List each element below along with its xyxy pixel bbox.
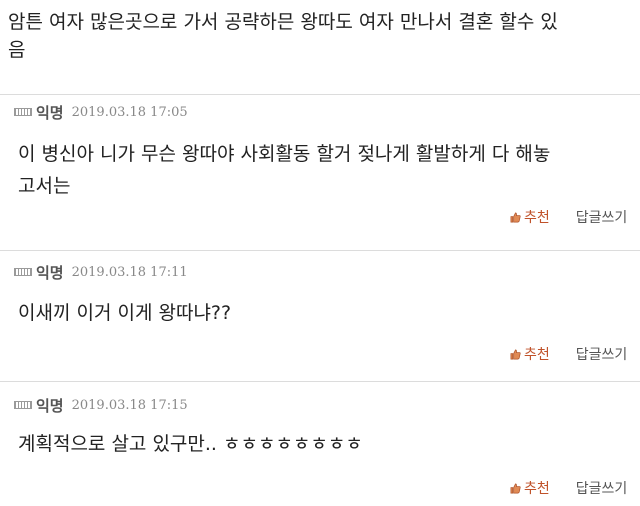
reply-button[interactable]: 답글쓰기 — [576, 478, 628, 498]
like-label: 추천 — [524, 481, 550, 497]
comment-author[interactable]: 익명 — [36, 262, 64, 283]
comment-text: 이새끼 이거 이게 왕따냐?? — [18, 302, 232, 324]
comment-header: 익명 2019.03.18 17:15 — [14, 394, 188, 416]
user-icon — [14, 401, 32, 409]
thumbs-up-icon — [510, 212, 521, 222]
comment-header: 익명 2019.03.18 17:11 — [14, 261, 188, 283]
reply-button[interactable]: 답글쓰기 — [576, 344, 628, 364]
comment-date: 2019.03.18 17:15 — [71, 397, 188, 413]
comment-actions: 추천 답글쓰기 — [510, 207, 627, 227]
like-label: 추천 — [524, 347, 550, 363]
like-label: 추천 — [524, 210, 550, 226]
comment-date: 2019.03.18 17:05 — [71, 104, 188, 120]
like-button[interactable]: 추천 — [510, 478, 550, 498]
reply-button[interactable]: 답글쓰기 — [576, 207, 628, 227]
comment: 익명 2019.03.18 17:15 계획적으로 살고 있구만.. ㅎㅎㅎㅎㅎ… — [0, 381, 640, 506]
like-button[interactable]: 추천 — [510, 344, 550, 364]
user-icon — [14, 268, 32, 276]
comment-author[interactable]: 익명 — [36, 102, 64, 123]
comment: 익명 2019.03.18 17:05 이 병신아 니가 무슨 왕따야 사회활동… — [0, 94, 640, 226]
post-body: 암튼 여자 많은곳으로 가서 공략하믄 왕따도 여자 만나서 결혼 할수 있 음 — [8, 11, 558, 61]
thumbs-up-icon — [510, 349, 521, 359]
thumbs-up-icon — [510, 483, 521, 493]
comment-page: 암튼 여자 많은곳으로 가서 공략하믄 왕따도 여자 만나서 결혼 할수 있 음… — [0, 0, 640, 506]
comment-text: 이 병신아 니가 무슨 왕따야 사회활동 할거 젖나게 활발하게 다 해놓 고서… — [18, 143, 551, 197]
comment-header: 익명 2019.03.18 17:05 — [14, 101, 188, 123]
comment: 익명 2019.03.18 17:11 이새끼 이거 이게 왕따냐?? 추천 답… — [0, 250, 640, 379]
comment-author[interactable]: 익명 — [36, 395, 64, 416]
comment-date: 2019.03.18 17:11 — [71, 264, 188, 280]
comment-text: 계획적으로 살고 있구만.. ㅎㅎㅎㅎㅎㅎㅎㅎ — [18, 433, 363, 455]
comment-actions: 추천 답글쓰기 — [510, 344, 627, 364]
comment-actions: 추천 답글쓰기 — [510, 478, 627, 498]
like-button[interactable]: 추천 — [510, 207, 550, 227]
user-icon — [14, 108, 32, 116]
